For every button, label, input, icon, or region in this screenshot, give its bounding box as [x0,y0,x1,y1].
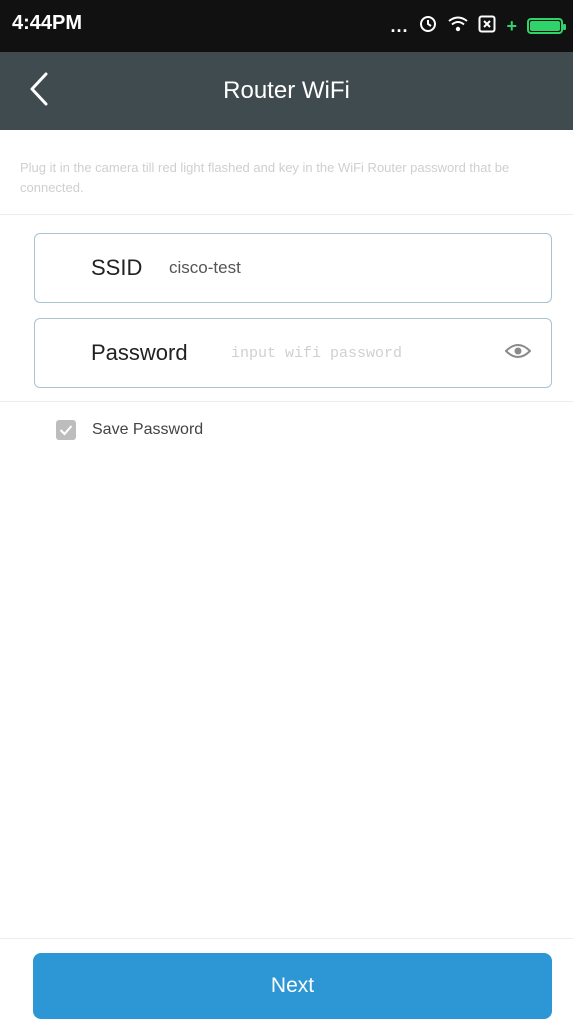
app-bar: Router WiFi [0,52,573,130]
status-icons: ... + [390,12,566,40]
save-password-toggle[interactable]: Save Password [56,415,203,445]
divider [0,214,573,215]
divider [0,401,573,402]
clock-icon [418,14,438,39]
status-time: 4:44PM [12,12,83,34]
footer-divider [0,938,573,939]
password-field[interactable]: Password [34,318,552,388]
save-password-checkbox[interactable] [56,420,76,440]
eye-icon [504,343,532,364]
next-button[interactable]: Next [33,953,552,1019]
charging-icon: + [506,15,517,36]
status-bar: 4:44PM ... + [0,0,573,52]
ssid-value: cisco-test [169,258,241,277]
more-dots: ... [390,15,409,36]
page-title: Router WiFi [223,77,350,104]
ssid-label: SSID [91,255,143,280]
save-password-label: Save Password [92,421,204,438]
battery-icon [527,18,566,34]
sim-icon [478,15,496,38]
password-input[interactable] [229,332,493,374]
show-password-button[interactable] [503,338,533,368]
password-label: Password [91,340,188,365]
instruction-text: Plug it in the camera till red light fla… [20,160,510,195]
ssid-field[interactable]: SSID cisco-test [34,233,552,303]
wifi-icon [448,15,469,38]
